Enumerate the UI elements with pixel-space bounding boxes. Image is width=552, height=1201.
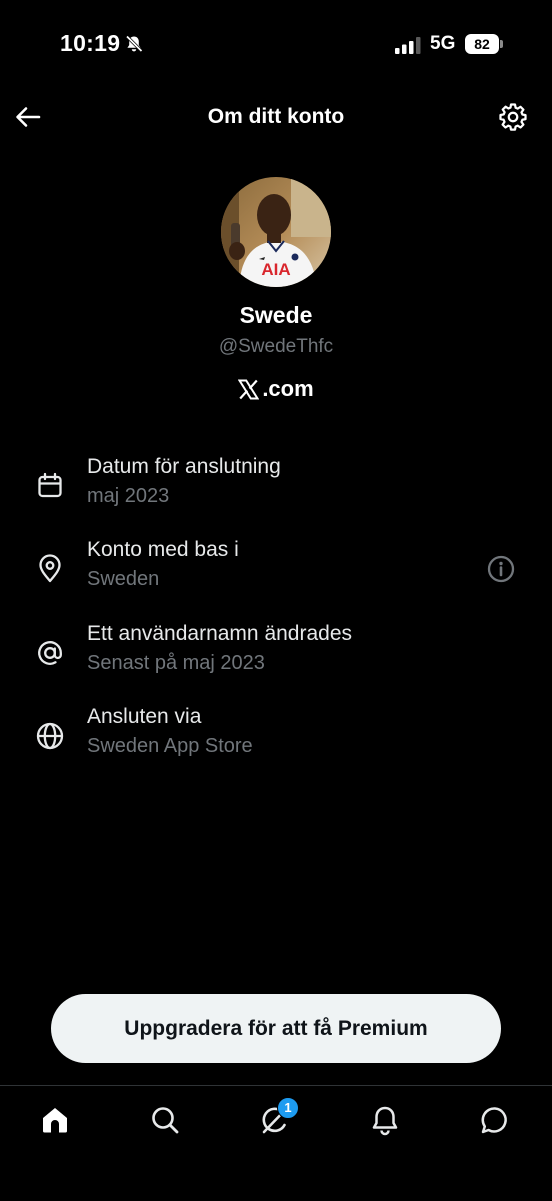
info-value: maj 2023	[87, 485, 170, 507]
avatar[interactable]: AIA	[221, 177, 331, 287]
avatar-shirt-text: AIA	[261, 260, 290, 279]
info-title: Datum för anslutning	[87, 455, 281, 478]
info-icon[interactable]	[484, 552, 518, 586]
handle: @SwedeThfc	[218, 336, 334, 357]
back-arrow-icon	[16, 107, 41, 127]
network-label: 5G	[430, 33, 456, 54]
battery-tip	[500, 40, 503, 48]
info-value: Sweden	[87, 568, 160, 590]
tab-search[interactable]	[145, 1100, 185, 1140]
location-pin-icon	[33, 552, 67, 586]
bell-icon	[372, 1106, 398, 1136]
battery-icon: 82	[465, 34, 503, 54]
info-value: Senast på maj 2023	[87, 652, 265, 674]
home-icon	[43, 1108, 67, 1133]
settings-button[interactable]	[494, 98, 532, 136]
info-item-username-changed: Ett användarnamn ändrades Senast på maj …	[0, 622, 552, 690]
notification-badge: 1	[277, 1097, 299, 1119]
info-item-connected-via: Ansluten via Sweden App Store	[0, 705, 552, 773]
x-logo-icon	[238, 379, 260, 400]
messages-icon	[481, 1107, 507, 1134]
search-icon	[152, 1107, 179, 1134]
source-label: .com	[262, 376, 314, 401]
tab-notifications[interactable]	[365, 1100, 405, 1140]
info-item-location: Konto med bas i Sweden	[0, 538, 552, 606]
page-title: Om ditt konto	[207, 105, 345, 128]
globe-icon	[33, 719, 67, 753]
premium-upgrade-button[interactable]: Uppgradera för att få Premium	[51, 994, 501, 1063]
info-title: Konto med bas i	[87, 538, 239, 561]
info-title: Ett användarnamn ändrades	[87, 622, 353, 645]
tab-messages[interactable]	[475, 1100, 515, 1140]
tab-grok[interactable]: 1	[255, 1097, 299, 1140]
gear-icon	[499, 103, 527, 131]
battery-level: 82	[465, 34, 499, 54]
at-sign-icon	[33, 636, 67, 670]
info-item-joined: Datum för anslutning maj 2023	[0, 455, 552, 523]
signal-icon	[394, 36, 422, 54]
info-title: Ansluten via	[87, 705, 202, 728]
account-source: .com	[0, 376, 552, 402]
info-value: Sweden App Store	[87, 735, 253, 757]
header: Om ditt konto	[0, 90, 552, 144]
status-time: 10:19	[60, 30, 121, 56]
display-name: Swede	[239, 302, 313, 328]
status-bar: 10:19 5G 82	[0, 0, 552, 90]
tab-home[interactable]	[35, 1100, 75, 1140]
back-button[interactable]	[10, 99, 46, 135]
mute-icon	[124, 34, 144, 54]
calendar-icon	[33, 469, 67, 503]
tab-bar: 1	[0, 1085, 552, 1201]
